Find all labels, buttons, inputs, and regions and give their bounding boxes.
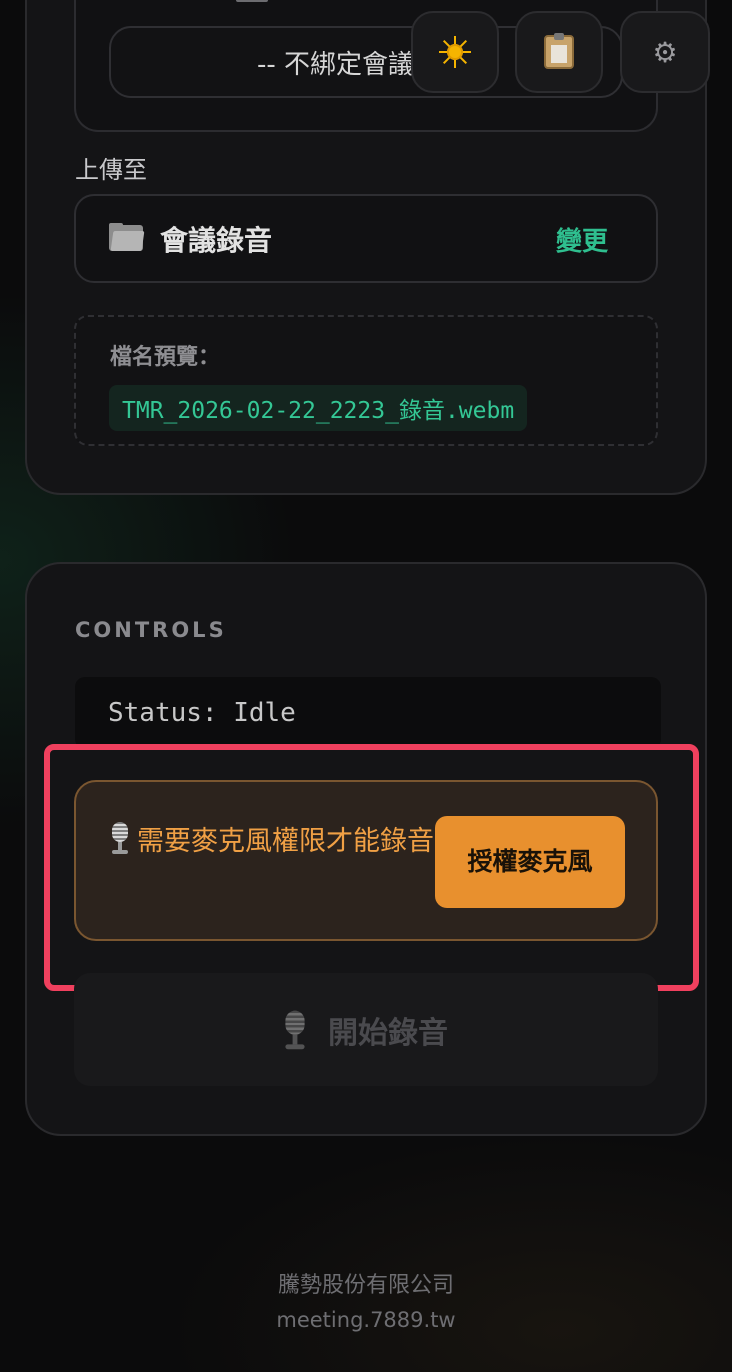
filename-preview-value: TMR_2026-02-22_2223_錄音.webm [109, 385, 528, 431]
microphone-icon [282, 1010, 308, 1049]
clipboard-icon [544, 33, 574, 69]
history-button[interactable] [515, 11, 603, 93]
footer-company: 騰勢股份有限公司 [277, 1273, 454, 1298]
gear-icon: ⚙ [652, 35, 678, 69]
filename-preview-box: 檔名預覽： TMR_2026-02-22_2223_錄音.webm [74, 315, 658, 446]
change-folder-link[interactable]: 變更 [556, 221, 608, 258]
footer-domain[interactable]: meeting.7889.tw [0, 1308, 732, 1332]
upload-folder-name: 會議錄音 [160, 224, 273, 257]
controls-title: CONTROLS [75, 618, 227, 642]
binding-icon [236, 0, 268, 2]
start-recording-button[interactable]: 開始錄音 [74, 973, 658, 1086]
start-recording-label: 開始錄音 [328, 1015, 448, 1051]
microphone-icon [109, 822, 131, 854]
meeting-select-value: -- 不綁定會議 [257, 49, 415, 80]
grant-microphone-button[interactable]: 授權麥克風 [435, 816, 625, 908]
folder-icon [109, 223, 145, 251]
upload-destination: 會議錄音 變更 [74, 194, 658, 283]
status-display: Status: Idle [75, 677, 661, 749]
permission-message-text: 需要麥克風權限才能錄音 [137, 826, 434, 857]
microphone-permission-banner: 需要麥克風權限才能錄音 授權麥克風 [74, 780, 658, 941]
sun-icon [439, 36, 471, 68]
theme-toggle-button[interactable] [411, 11, 499, 93]
filename-preview-label: 檔名預覽： [110, 345, 221, 370]
upload-label: 上傳至 [75, 156, 147, 184]
permission-message: 需要麥克風權限才能錄音 [109, 822, 439, 862]
settings-button[interactable]: ⚙ [620, 11, 710, 93]
status-text: Status: Idle [108, 698, 296, 728]
